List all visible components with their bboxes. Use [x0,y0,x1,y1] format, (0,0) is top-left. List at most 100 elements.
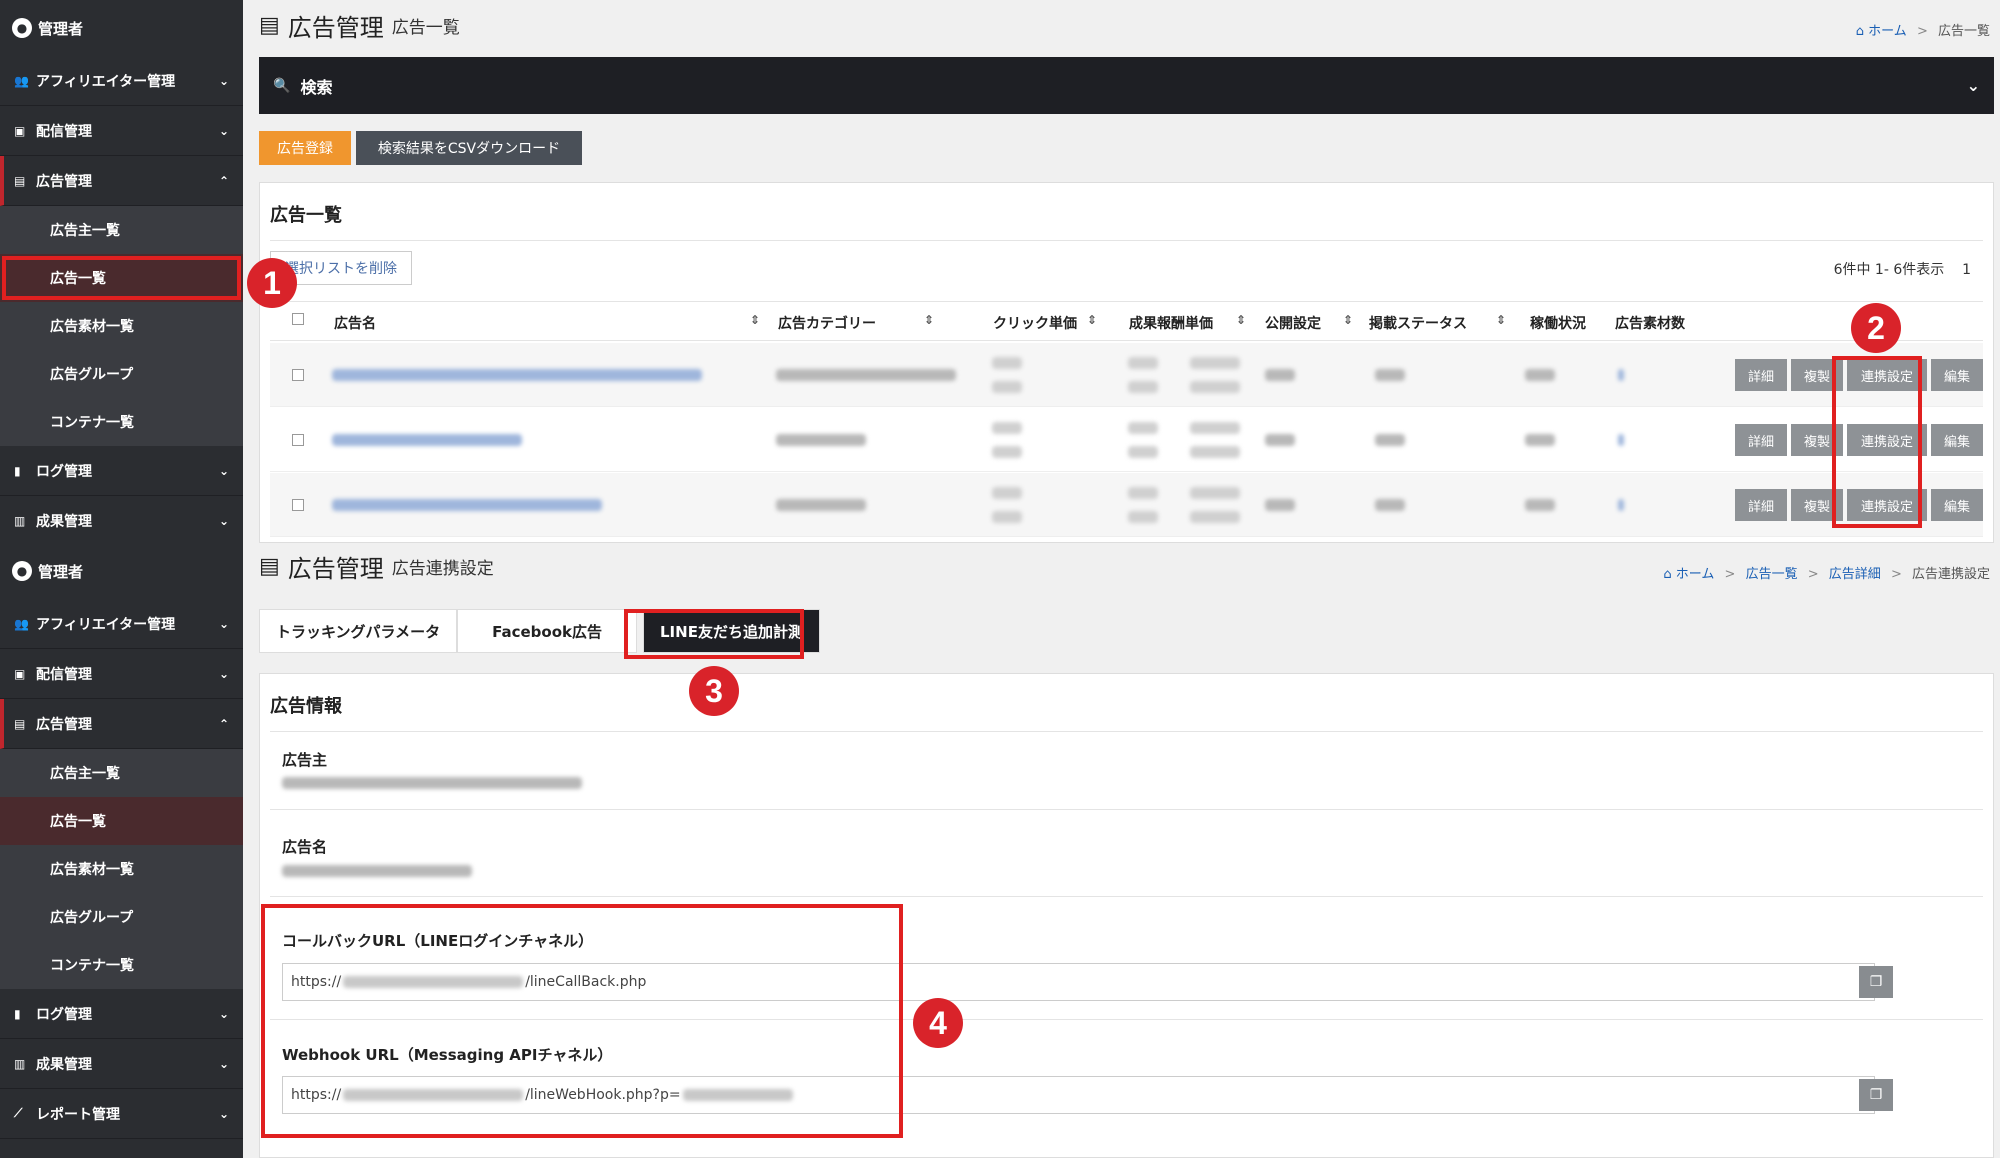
edit-button[interactable]: 編集 [1931,359,1983,391]
breadcrumb-home[interactable]: ホーム [1868,24,1907,39]
chevron-down-icon: ⌄ [218,666,229,681]
annotation-badge-3: 3 [689,666,739,716]
bar-chart-icon: ▥ [14,513,26,528]
breadcrumb-ad-detail[interactable]: 広告詳細 [1829,567,1881,582]
chevron-down-icon: ⌄ [1966,76,1980,95]
register-ad-button[interactable]: 広告登録 [259,131,351,165]
sidebar-sub-ad-list[interactable]: 広告一覧 [0,254,243,302]
sidebar-sub-materials[interactable]: 広告素材一覧 [0,845,243,893]
sidebar-item-label: レポート管理 [36,1106,120,1123]
page-number[interactable]: 1 [1962,262,1971,278]
detail-button[interactable]: 詳細 [1735,489,1787,521]
copy-icon[interactable]: ❐ [1859,1079,1893,1111]
col-category[interactable]: 広告カテゴリー [778,313,876,333]
sidebar-item-results[interactable]: ▥ 成果管理 ⌄ [0,496,243,546]
row-checkbox[interactable] [292,369,304,381]
sidebar-user[interactable]: ● 管理者 [0,543,243,599]
sidebar-item-label: 広告管理 [36,173,92,190]
result-count: 6件中 1- 6件表示 1 [1833,262,1971,278]
delivery-icon: ▣ [14,123,26,138]
sort-icon[interactable]: ⇕ [1496,313,1506,327]
breadcrumb-current: 広告連携設定 [1911,567,1990,582]
home-icon[interactable]: ⌂ [1856,24,1864,39]
sort-icon[interactable]: ⇕ [1343,313,1353,327]
user-icon: ● [12,561,32,581]
sidebar-sub-containers[interactable]: コンテナ一覧 [0,398,243,446]
sort-icon[interactable]: ⇕ [1236,313,1246,327]
sidebar-item-results[interactable]: ▥ 成果管理 ⌄ [0,1039,243,1089]
sidebar-item-ads[interactable]: ▤ 広告管理 ⌃ [0,156,243,206]
line-chart-icon: ⟋ [14,1106,23,1120]
sidebar-sub-containers[interactable]: コンテナ一覧 [0,941,243,989]
col-materials: 広告素材数 [1615,316,1685,332]
advertiser-value [282,777,582,789]
chevron-down-icon: ⌄ [218,616,229,631]
sidebar-item-label: 成果管理 [36,1056,92,1073]
detail-button[interactable]: 詳細 [1735,424,1787,456]
select-all-checkbox[interactable] [292,313,304,325]
sidebar-item-delivery[interactable]: ▣ 配信管理 ⌄ [0,106,243,156]
edit-button[interactable]: 編集 [1931,489,1983,521]
highlight-box-url-fields [261,904,903,1138]
breadcrumb-home[interactable]: ホーム [1676,567,1715,582]
page-title: ▤ 広告管理 広告一覧 [259,8,460,43]
tab-tracking-params[interactable]: トラッキングパラメータ [259,609,458,653]
file-icon: ▮ [14,1006,21,1021]
copy-icon[interactable]: ❐ [1859,966,1893,998]
sidebar-item-affiliator[interactable]: 👥 アフィリエイター管理 ⌄ [0,599,243,649]
sidebar-sub-advertisers[interactable]: 広告主一覧 [0,749,243,797]
col-publish[interactable]: 公開設定 [1265,313,1321,333]
search-accordion[interactable]: 🔍 検索 ⌄ [259,57,1994,114]
sidebar-item-ads[interactable]: ▤ 広告管理 ⌃ [0,699,243,749]
col-reward-price[interactable]: 成果報酬単価 [1129,313,1213,333]
sidebar-sub-advertisers[interactable]: 広告主一覧 [0,206,243,254]
sidebar-item-reports[interactable]: ⟋ レポート管理 ⌄ [0,1089,243,1139]
breadcrumb-ad-list[interactable]: 広告一覧 [1746,567,1798,582]
col-ad-name[interactable]: 広告名 [334,313,376,333]
edit-button[interactable]: 編集 [1931,424,1983,456]
main-ad-list: ▤ 広告管理 広告一覧 ⌂ ホーム > 広告一覧 🔍 検索 ⌄ 広告登録 検索結… [243,0,2000,543]
csv-download-button[interactable]: 検索結果をCSVダウンロード [356,131,582,165]
breadcrumb-current: 広告一覧 [1937,24,1990,39]
annotation-badge-2: 2 [1851,303,1901,353]
chevron-down-icon: ⌄ [218,123,229,138]
sidebar-user-label: 管理者 [38,19,84,38]
ads-icon: ▤ [259,554,280,579]
annotation-badge-1: 1 [247,258,297,308]
chevron-down-icon: ⌄ [218,463,229,478]
sidebar-item-label: アフィリエイター管理 [36,73,176,90]
sidebar-sub-ad-list[interactable]: 広告一覧 [0,797,243,845]
sidebar-item-label: 配信管理 [36,666,92,683]
row-checkbox[interactable] [292,499,304,511]
title-sub: 広告連携設定 [391,559,494,579]
sidebar-item-affiliator[interactable]: 👥 アフィリエイター管理 ⌄ [0,56,243,106]
sort-icon[interactable]: ⇕ [924,313,934,327]
page-title: ▤ 広告管理 広告連携設定 [259,549,494,584]
delivery-icon: ▣ [14,666,26,681]
chevron-down-icon: ⌄ [218,1056,229,1071]
advertiser-label: 広告主 [282,751,328,769]
sidebar-sub-groups[interactable]: 広告グループ [0,350,243,398]
sidebar-sub-materials[interactable]: 広告素材一覧 [0,302,243,350]
row-checkbox[interactable] [292,434,304,446]
chevron-down-icon: ⌄ [218,1106,229,1121]
sidebar-item-delivery[interactable]: ▣ 配信管理 ⌄ [0,649,243,699]
sidebar-user[interactable]: ● 管理者 [0,0,243,56]
ad-list-panel: 広告一覧 選択リストを削除 6件中 1- 6件表示 1 広告名 ⇕ 広告カテゴリ… [259,182,1994,543]
title-main: 広告管理 [287,14,384,42]
sort-icon[interactable]: ⇕ [750,313,760,327]
col-click-price[interactable]: クリック単価 [993,313,1077,333]
detail-button[interactable]: 詳細 [1735,359,1787,391]
breadcrumb: ⌂ ホーム > 広告一覧 > 広告詳細 > 広告連携設定 [1663,567,1990,582]
chevron-down-icon: ⌄ [218,513,229,528]
table-row: 詳細 複製 連携設定 編集 [270,473,1983,537]
home-icon[interactable]: ⌂ [1663,567,1671,582]
sort-icon[interactable]: ⇕ [1087,313,1097,327]
tab-facebook-ads[interactable]: Facebook広告 [457,609,637,653]
breadcrumb: ⌂ ホーム > 広告一覧 [1855,24,1990,39]
sidebar-sub-groups[interactable]: 広告グループ [0,893,243,941]
sidebar-item-logs[interactable]: ▮ ログ管理 ⌄ [0,446,243,496]
sidebar-item-logs[interactable]: ▮ ログ管理 ⌄ [0,989,243,1039]
col-status[interactable]: 掲載ステータス [1369,313,1467,333]
people-icon: 👥 [14,73,29,88]
